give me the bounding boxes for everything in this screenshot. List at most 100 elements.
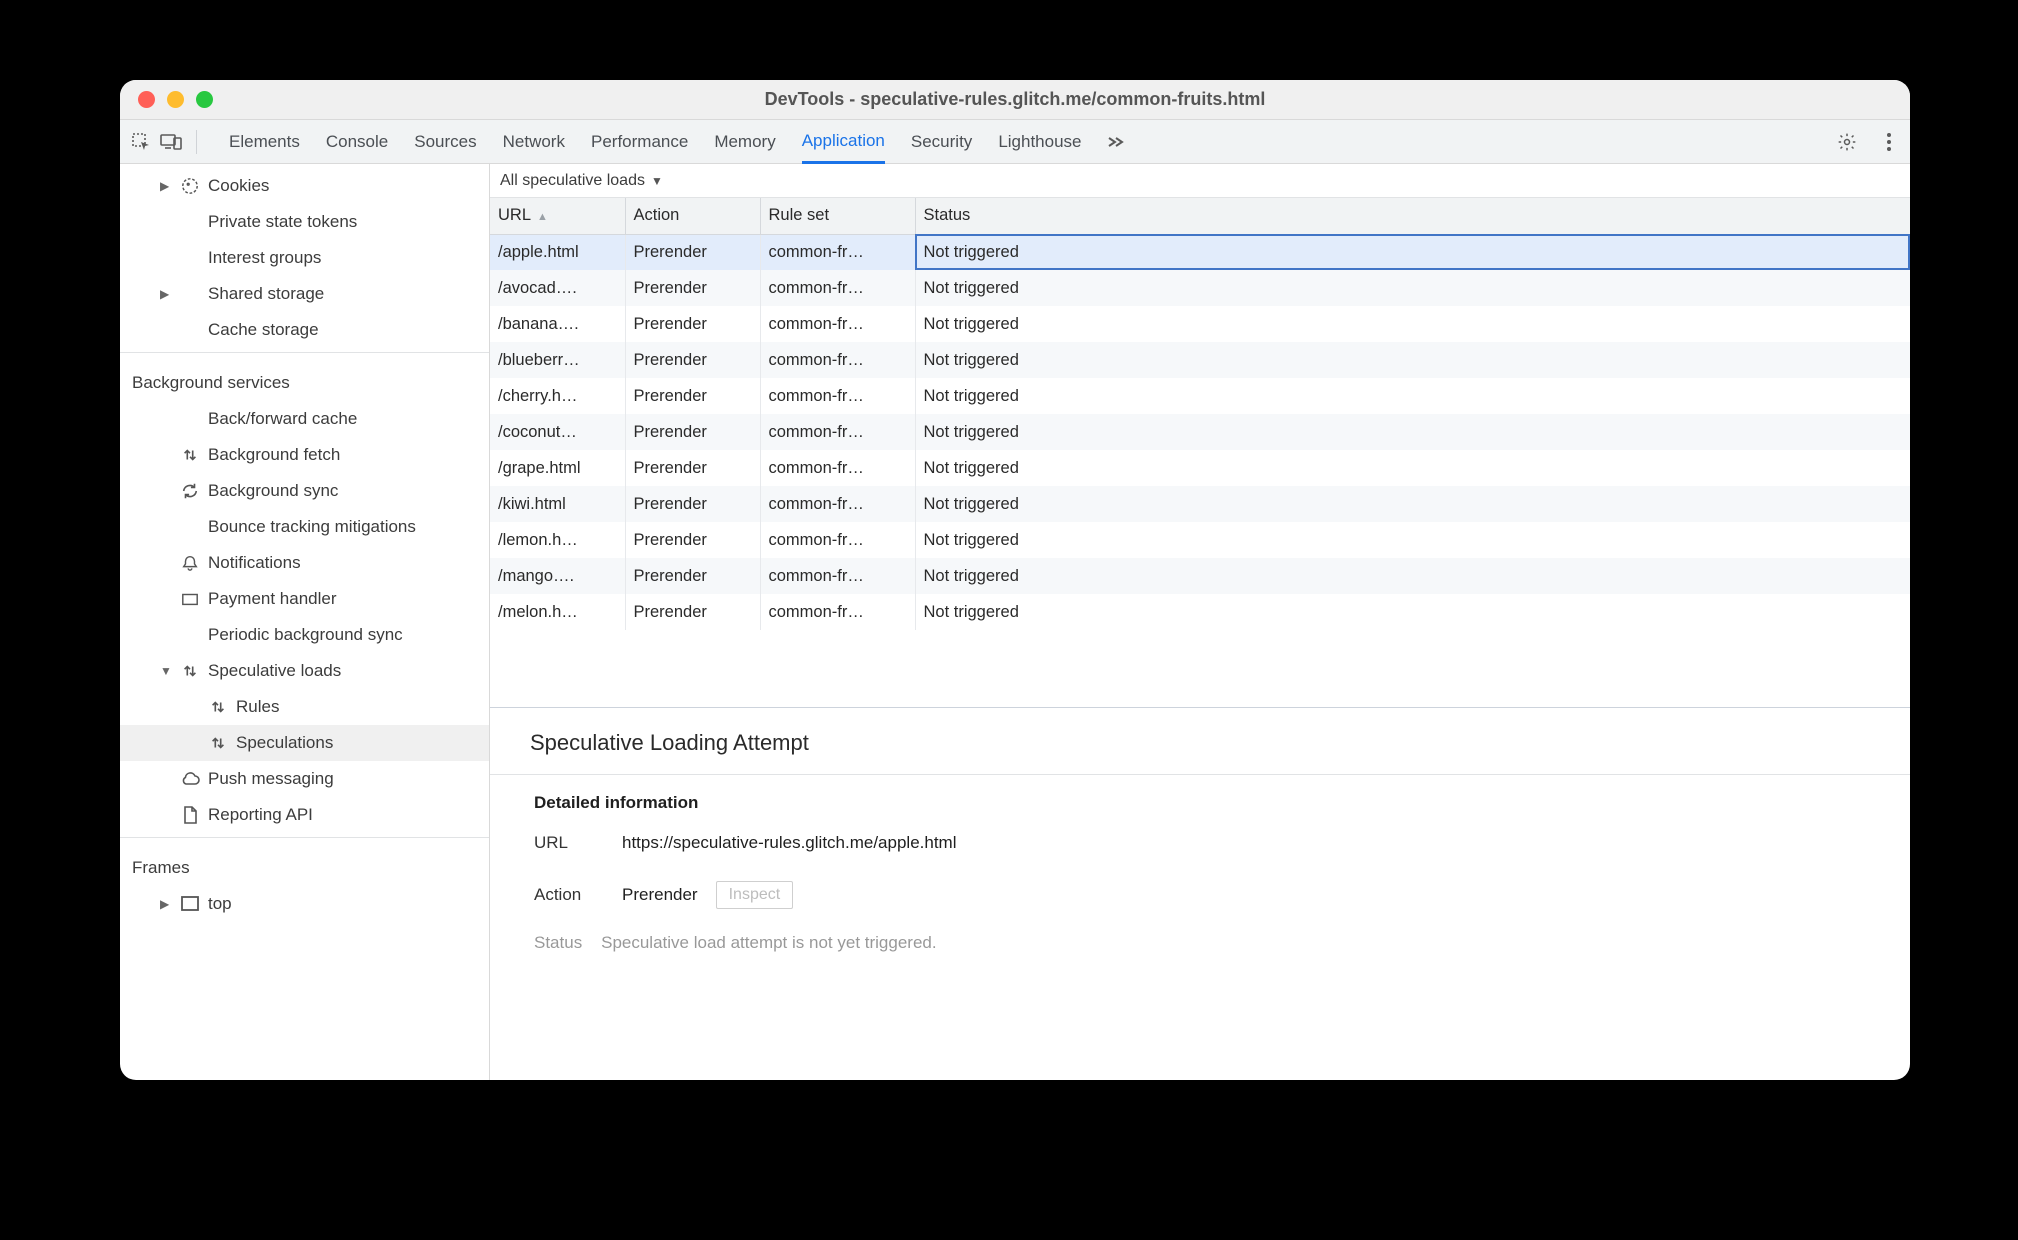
column-url[interactable]: URL▲: [490, 198, 625, 234]
detail-url-value: https://speculative-rules.glitch.me/appl…: [622, 833, 957, 853]
cell-action: Prerender: [625, 306, 760, 342]
tab-memory[interactable]: Memory: [714, 120, 775, 163]
cookie-icon: [180, 176, 200, 196]
close-window-button[interactable]: [138, 91, 155, 108]
tab-sources[interactable]: Sources: [414, 120, 476, 163]
cell-ruleset: common-fr…: [760, 522, 915, 558]
cell-ruleset: common-fr…: [760, 342, 915, 378]
table-row[interactable]: /apple.htmlPrerendercommon-fr…Not trigge…: [490, 234, 1910, 270]
table-row[interactable]: /melon.h…Prerendercommon-fr…Not triggere…: [490, 594, 1910, 630]
inspect-button[interactable]: Inspect: [716, 881, 794, 909]
tab-application[interactable]: Application: [802, 120, 885, 164]
table-row[interactable]: /kiwi.htmlPrerendercommon-fr…Not trigger…: [490, 486, 1910, 522]
sidebar-item-cache-storage[interactable]: Cache storage: [120, 312, 489, 348]
inspect-element-icon[interactable]: [128, 129, 154, 155]
column-action[interactable]: Action: [625, 198, 760, 234]
sidebar-item-cookies[interactable]: ▶Cookies: [120, 168, 489, 204]
cell-url: /melon.h…: [490, 594, 625, 630]
sidebar-item-shared-storage[interactable]: ▶Shared storage: [120, 276, 489, 312]
sidebar-item-periodic-background-sync[interactable]: Periodic background sync: [120, 617, 489, 653]
table-row[interactable]: /grape.htmlPrerendercommon-fr…Not trigge…: [490, 450, 1910, 486]
minimize-window-button[interactable]: [167, 91, 184, 108]
disclosure-arrow-icon: ▶: [160, 179, 172, 193]
tree-item-label: Rules: [236, 697, 279, 717]
db-icon: [180, 409, 200, 429]
tab-security[interactable]: Security: [911, 120, 972, 163]
cell-url: /cherry.h…: [490, 378, 625, 414]
details-subheading: Detailed information: [490, 775, 1910, 821]
table-row[interactable]: /avocad….Prerendercommon-fr…Not triggere…: [490, 270, 1910, 306]
tree-item-label: Background sync: [208, 481, 338, 501]
table-row[interactable]: /lemon.h…Prerendercommon-fr…Not triggere…: [490, 522, 1910, 558]
tree-item-label: Payment handler: [208, 589, 337, 609]
sidebar-item-notifications[interactable]: Notifications: [120, 545, 489, 581]
table-row[interactable]: /coconut…Prerendercommon-fr…Not triggere…: [490, 414, 1910, 450]
sidebar-item-speculations[interactable]: Speculations: [120, 725, 489, 761]
more-tabs-icon[interactable]: [1102, 129, 1128, 155]
tree-item-label: Push messaging: [208, 769, 334, 789]
cell-url: /avocad….: [490, 270, 625, 306]
sidebar-item-payment-handler[interactable]: Payment handler: [120, 581, 489, 617]
tab-console[interactable]: Console: [326, 120, 388, 163]
device-toggle-icon[interactable]: [158, 129, 184, 155]
kebab-menu-icon[interactable]: [1876, 129, 1902, 155]
tab-lighthouse[interactable]: Lighthouse: [998, 120, 1081, 163]
column-status[interactable]: Status: [915, 198, 1910, 234]
cell-url: /grape.html: [490, 450, 625, 486]
tree-item-label: Speculative loads: [208, 661, 341, 681]
db-icon: [180, 212, 200, 232]
cell-action: Prerender: [625, 522, 760, 558]
zoom-window-button[interactable]: [196, 91, 213, 108]
cloud-icon: [180, 769, 200, 789]
sidebar-item-bounce-tracking-mitigations[interactable]: Bounce tracking mitigations: [120, 509, 489, 545]
table-row[interactable]: /blueberr…Prerendercommon-fr…Not trigger…: [490, 342, 1910, 378]
cell-status: Not triggered: [915, 486, 1910, 522]
tab-network[interactable]: Network: [503, 120, 565, 163]
tree-item-label: Periodic background sync: [208, 625, 403, 645]
detail-action-label: Action: [534, 885, 604, 905]
sidebar-item-reporting-api[interactable]: Reporting API: [120, 797, 489, 833]
sidebar-item-back-forward-cache[interactable]: Back/forward cache: [120, 401, 489, 437]
table-row[interactable]: /mango….Prerendercommon-fr…Not triggered: [490, 558, 1910, 594]
cell-ruleset: common-fr…: [760, 378, 915, 414]
sidebar-item-push-messaging[interactable]: Push messaging: [120, 761, 489, 797]
sidebar-item-background-sync[interactable]: Background sync: [120, 473, 489, 509]
db-icon: [180, 284, 200, 304]
sidebar-item-interest-groups[interactable]: Interest groups: [120, 240, 489, 276]
sidebar-item-background-fetch[interactable]: Background fetch: [120, 437, 489, 473]
cell-ruleset: common-fr…: [760, 486, 915, 522]
cell-action: Prerender: [625, 450, 760, 486]
details-panel: Speculative Loading Attempt Detailed inf…: [490, 708, 1910, 1080]
tree-item-label: Cache storage: [208, 320, 319, 340]
tab-performance[interactable]: Performance: [591, 120, 688, 163]
sidebar-item-rules[interactable]: Rules: [120, 689, 489, 725]
cell-status: Not triggered: [915, 234, 1910, 270]
cell-action: Prerender: [625, 594, 760, 630]
updown-icon: [180, 445, 200, 465]
filter-label: All speculative loads: [500, 172, 645, 190]
settings-gear-icon[interactable]: [1834, 129, 1860, 155]
cell-url: /coconut…: [490, 414, 625, 450]
cell-url: /blueberr…: [490, 342, 625, 378]
window-controls: [120, 91, 213, 108]
tree-item-label: Shared storage: [208, 284, 324, 304]
disclosure-arrow-icon: ▶: [160, 897, 172, 911]
sidebar-item-top[interactable]: ▶top: [120, 886, 489, 922]
filter-dropdown[interactable]: All speculative loads ▼: [500, 172, 663, 190]
cell-status: Not triggered: [915, 594, 1910, 630]
cell-status: Not triggered: [915, 378, 1910, 414]
devtools-tabs: Elements Console Sources Network Performance…: [229, 120, 1082, 163]
clock-icon: [180, 625, 200, 645]
cell-url: /banana….: [490, 306, 625, 342]
sync-icon: [180, 481, 200, 501]
cell-action: Prerender: [625, 234, 760, 270]
table-row[interactable]: /banana….Prerendercommon-fr…Not triggere…: [490, 306, 1910, 342]
db-icon: [180, 517, 200, 537]
sidebar-item-speculative-loads[interactable]: ▼Speculative loads: [120, 653, 489, 689]
column-rule-set[interactable]: Rule set: [760, 198, 915, 234]
cell-ruleset: common-fr…: [760, 558, 915, 594]
tab-elements[interactable]: Elements: [229, 120, 300, 163]
table-row[interactable]: /cherry.h…Prerendercommon-fr…Not trigger…: [490, 378, 1910, 414]
sidebar-item-private-state-tokens[interactable]: Private state tokens: [120, 204, 489, 240]
cell-status: Not triggered: [915, 306, 1910, 342]
